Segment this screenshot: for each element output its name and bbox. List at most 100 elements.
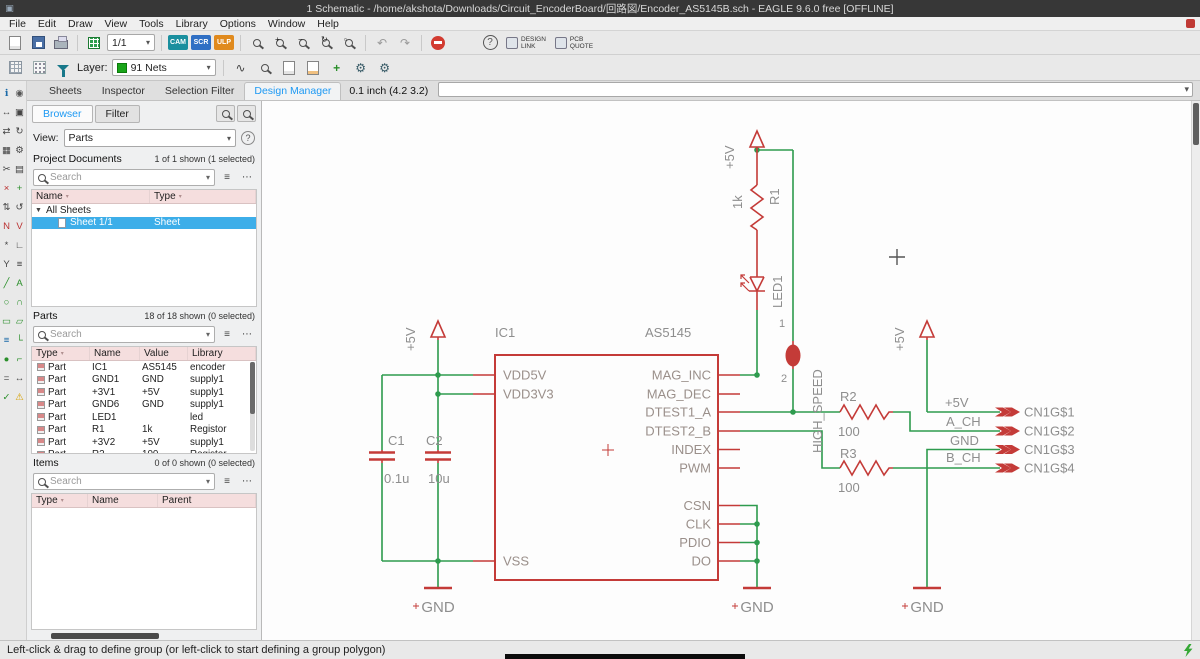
connector-name-label[interactable]: CN1G$4 bbox=[1024, 461, 1075, 476]
c1-name-label[interactable]: C1 bbox=[388, 433, 405, 448]
tool-mirror-button[interactable]: ⇄ bbox=[0, 122, 13, 141]
tool-info-button[interactable]: ℹ bbox=[0, 84, 13, 103]
sheet-selector[interactable]: 1/1 ▾ bbox=[107, 34, 155, 51]
items-search-input[interactable]: Search ▾ bbox=[33, 473, 215, 490]
gnd-label-right[interactable]: GND bbox=[910, 599, 944, 616]
zoom-select-button[interactable]: ▫ bbox=[339, 33, 359, 53]
tool-rotate-button[interactable]: ↻ bbox=[13, 122, 26, 141]
tool-add-button[interactable]: + bbox=[13, 179, 26, 198]
r2-name-label[interactable]: R2 bbox=[840, 389, 857, 404]
r1-value-label[interactable]: 1k bbox=[730, 195, 745, 209]
project-search-input[interactable]: Search ▾ bbox=[33, 169, 215, 186]
vcc-label-top[interactable]: +5V bbox=[722, 145, 737, 169]
resistor-r1[interactable] bbox=[749, 150, 765, 268]
tab-design-manager[interactable]: Design Manager bbox=[244, 82, 342, 100]
grid-button[interactable] bbox=[5, 58, 25, 78]
tool-miter-button[interactable]: ∟ bbox=[13, 236, 26, 255]
tool-attribute-button[interactable]: = bbox=[0, 369, 13, 388]
panel-zoom-fit-button[interactable] bbox=[216, 105, 235, 122]
led1-name-label[interactable]: LED1 bbox=[770, 275, 785, 308]
schematic-drawing[interactable]: IC1 AS5145 C1 0.1u C2 10u +5V +5V +5V 1k… bbox=[262, 101, 1200, 640]
parts-table-row[interactable]: Part R1 1k Registor bbox=[32, 424, 256, 437]
more-options-button[interactable]: ⋯ bbox=[239, 170, 255, 186]
tab-inspector[interactable]: Inspector bbox=[92, 82, 155, 100]
tool-replace-button[interactable]: ↺ bbox=[13, 198, 26, 217]
stop-button[interactable] bbox=[428, 33, 448, 53]
tool-net-button[interactable]: └ bbox=[13, 331, 26, 350]
resistor-r2[interactable] bbox=[839, 403, 893, 421]
net-label-gnd[interactable]: GND bbox=[950, 433, 979, 448]
tool-errors-button[interactable]: ⚠ bbox=[13, 388, 26, 407]
tool-group-button[interactable]: ▦ bbox=[0, 141, 13, 160]
menu-tools[interactable]: Tools bbox=[133, 18, 170, 30]
zoom-in-button[interactable]: + bbox=[270, 33, 290, 53]
sheet-thumbnails-button[interactable] bbox=[84, 33, 104, 53]
layer-select[interactable]: 91 Nets ▾ bbox=[111, 59, 216, 76]
tool-text-button[interactable]: A bbox=[13, 274, 26, 293]
tool-wire-button[interactable]: ╱ bbox=[0, 274, 13, 293]
parts-table-row[interactable]: Part +3V2 +5V supply1 bbox=[32, 436, 256, 449]
pcb-quote-button[interactable]: PCB QUOTE bbox=[552, 36, 596, 50]
menu-library[interactable]: Library bbox=[170, 18, 214, 30]
tool-rect-button[interactable]: ▭ bbox=[0, 312, 13, 331]
resistor-r3[interactable] bbox=[839, 459, 893, 477]
high-speed-net-label[interactable]: HIGH_SPEED bbox=[810, 369, 825, 453]
scrollbar-thumb[interactable] bbox=[1193, 103, 1199, 145]
net-label-b-ch[interactable]: B_CH bbox=[946, 450, 981, 465]
panel-help-button[interactable]: ? bbox=[241, 131, 255, 145]
parts-scrollbar[interactable] bbox=[250, 362, 255, 451]
list-options-button[interactable]: ≡ bbox=[219, 327, 235, 343]
tool-label-button[interactable]: ⌐ bbox=[13, 350, 26, 369]
tree-sheet-row[interactable]: Sheet 1/1 Sheet bbox=[32, 216, 256, 229]
zoom-out-button[interactable]: − bbox=[293, 33, 313, 53]
tool-polygon-button[interactable]: ▱ bbox=[13, 312, 26, 331]
subtab-browser[interactable]: Browser bbox=[32, 104, 93, 123]
parts-search-input[interactable]: Search ▾ bbox=[33, 326, 215, 343]
connector-name-label[interactable]: CN1G$2 bbox=[1024, 424, 1075, 439]
panel-zoom-select-button[interactable] bbox=[237, 105, 256, 122]
add-part-button[interactable]: + bbox=[327, 58, 347, 78]
c2-value-label[interactable]: 10u bbox=[428, 471, 450, 486]
r3-name-label[interactable]: R3 bbox=[840, 446, 857, 461]
parts-table-row[interactable]: Part GND6 GND supply1 bbox=[32, 399, 256, 412]
parts-table-row[interactable]: PartR2100Registor bbox=[32, 449, 256, 453]
schematic-canvas[interactable]: IC1 AS5145 C1 0.1u C2 10u +5V +5V +5V 1k… bbox=[262, 101, 1200, 640]
vcc-label-right[interactable]: +5V bbox=[892, 327, 907, 351]
tool-pinswap-button[interactable]: ⇅ bbox=[0, 198, 13, 217]
command-input[interactable]: ▾ bbox=[438, 82, 1193, 97]
tool-invoke-button[interactable]: ≡ bbox=[13, 255, 26, 274]
tool-move-button[interactable]: ↔ bbox=[0, 103, 13, 122]
gnd-symbols[interactable] bbox=[413, 586, 941, 609]
tool-split-button[interactable]: Y bbox=[0, 255, 13, 274]
menu-edit[interactable]: Edit bbox=[32, 18, 62, 30]
r2-value-label[interactable]: 100 bbox=[838, 424, 860, 439]
copy-sheet-button[interactable] bbox=[279, 58, 299, 78]
tool-circle-button[interactable]: ○ bbox=[0, 293, 13, 312]
menu-help[interactable]: Help bbox=[311, 18, 345, 30]
expand-triangle-icon[interactable]: ▼ bbox=[35, 207, 42, 214]
ic-name-label[interactable]: IC1 bbox=[495, 325, 515, 340]
bend-style-button[interactable]: ∿ bbox=[231, 58, 251, 78]
redo-button[interactable]: ↷ bbox=[395, 33, 415, 53]
filter-button[interactable] bbox=[53, 58, 73, 78]
canvas-scrollbar[interactable] bbox=[1191, 101, 1200, 640]
scrollbar-thumb[interactable] bbox=[250, 362, 255, 414]
panel-hscrollbar[interactable] bbox=[51, 633, 159, 639]
subtab-filter[interactable]: Filter bbox=[94, 104, 140, 123]
view-select[interactable]: Parts ▾ bbox=[63, 129, 236, 147]
tool-copy-button[interactable]: ▣ bbox=[13, 103, 26, 122]
tool-display-button[interactable]: ◉ bbox=[13, 84, 26, 103]
led-led1[interactable] bbox=[740, 268, 765, 310]
tool-arc-button[interactable]: ∩ bbox=[13, 293, 26, 312]
vcc-symbols[interactable] bbox=[429, 129, 936, 340]
parts-table-row[interactable]: Part +3V1 +5V supply1 bbox=[32, 386, 256, 399]
new-document-button[interactable] bbox=[5, 33, 25, 53]
paste-sheet-button[interactable] bbox=[303, 58, 323, 78]
preferences-button[interactable]: ⚙ bbox=[375, 58, 395, 78]
list-options-button[interactable]: ≡ bbox=[219, 474, 235, 490]
parts-table-row[interactable]: Part IC1 AS5145 encoder bbox=[32, 361, 256, 374]
menu-draw[interactable]: Draw bbox=[62, 18, 99, 30]
settings-button[interactable]: ⚙ bbox=[351, 58, 371, 78]
r1-name-label[interactable]: R1 bbox=[767, 188, 782, 205]
tool-change-button[interactable]: ⚙ bbox=[13, 141, 26, 160]
